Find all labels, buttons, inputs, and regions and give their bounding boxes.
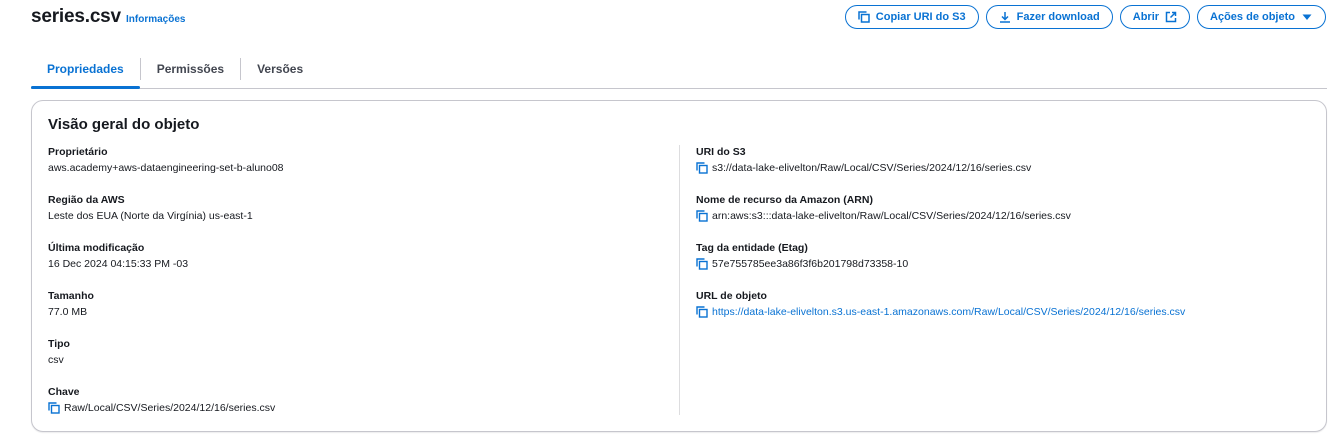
tab-properties[interactable]: Propriedades [31, 51, 140, 89]
field-value: Leste dos EUA (Norte da Virgínia) us-eas… [48, 209, 253, 223]
tab-bar: Propriedades Permissões Versões [31, 51, 1327, 89]
open-label: Abrir [1132, 11, 1160, 23]
page-title: series.csv [31, 6, 121, 27]
field-owner: Proprietário aws.academy+aws-dataenginee… [48, 145, 284, 175]
object-url-link[interactable]: https://data-lake-elivelton.s3.us-east-1… [712, 305, 1185, 319]
field-etag: Tag da entidade (Etag) 57e755785ee3a86f3… [696, 241, 908, 271]
open-button[interactable]: Abrir [1119, 5, 1191, 29]
field-label: Tipo [48, 338, 70, 350]
copy-s3-uri-button[interactable]: Copiar URI do S3 [844, 5, 979, 29]
download-button[interactable]: Fazer download [985, 5, 1113, 29]
copy-s3-uri-label: Copiar URI do S3 [875, 11, 966, 23]
header-actions: Copiar URI do S3 Fazer download Abrir Aç… [844, 5, 1326, 29]
caret-down-icon [1301, 11, 1313, 23]
field-key: Chave Raw/Local/CSV/Series/2024/12/16/se… [48, 385, 275, 415]
field-label: Proprietário [48, 146, 108, 158]
object-overview-panel: Visão geral do objeto Proprietário aws.a… [31, 100, 1327, 432]
download-label: Fazer download [1016, 11, 1100, 23]
field-value: s3://data-lake-elivelton/Raw/Local/CSV/S… [696, 161, 1031, 175]
key-value: Raw/Local/CSV/Series/2024/12/16/series.c… [64, 402, 276, 414]
field-label: URI do S3 [696, 146, 746, 158]
info-link[interactable]: Informações [126, 14, 185, 25]
copy-icon[interactable] [696, 210, 708, 222]
field-value: csv [48, 353, 70, 367]
field-value: Raw/Local/CSV/Series/2024/12/16/series.c… [48, 401, 275, 415]
copy-icon[interactable] [696, 258, 708, 270]
field-value: arn:aws:s3:::data-lake-elivelton/Raw/Loc… [696, 209, 1071, 223]
field-label: Última modificação [48, 242, 145, 254]
panel-title: Visão geral do objeto [48, 116, 200, 133]
s3-uri-value: s3://data-lake-elivelton/Raw/Local/CSV/S… [712, 162, 1032, 174]
field-label: Tamanho [48, 290, 94, 302]
field-label: Tag da entidade (Etag) [696, 242, 808, 254]
field-last-modified: Última modificação 16 Dec 2024 04:15:33 … [48, 241, 188, 271]
field-label: Região da AWS [48, 194, 125, 206]
region-value: Leste dos EUA (Norte da Virgínia) us-eas… [48, 210, 253, 222]
size-value: 77.0 MB [48, 306, 88, 318]
etag-value: 57e755785ee3a86f3f6b201798d73358-10 [712, 258, 909, 270]
download-icon [999, 11, 1011, 23]
column-divider [679, 145, 680, 415]
arn-value: arn:aws:s3:::data-lake-elivelton/Raw/Loc… [712, 210, 1071, 222]
field-value: 77.0 MB [48, 305, 94, 319]
tab-permissions[interactable]: Permissões [141, 51, 240, 87]
field-label: URL de objeto [696, 290, 767, 302]
copy-icon [858, 11, 870, 23]
field-s3-uri: URI do S3 s3://data-lake-elivelton/Raw/L… [696, 145, 1031, 175]
tab-versions[interactable]: Versões [241, 51, 319, 87]
field-size: Tamanho 77.0 MB [48, 289, 94, 319]
field-region: Região da AWS Leste dos EUA (Norte da Vi… [48, 193, 253, 223]
field-label: Chave [48, 386, 80, 398]
copy-icon[interactable] [48, 402, 60, 414]
field-value: 16 Dec 2024 04:15:33 PM -03 [48, 257, 188, 271]
field-value: 57e755785ee3a86f3f6b201798d73358-10 [696, 257, 908, 271]
owner-value: aws.academy+aws-dataengineering-set-b-al… [48, 162, 284, 174]
last-modified-value: 16 Dec 2024 04:15:33 PM -03 [48, 258, 189, 270]
object-actions-label: Ações de objeto [1210, 11, 1295, 23]
field-label: Nome de recurso da Amazon (ARN) [696, 194, 873, 206]
field-value: aws.academy+aws-dataengineering-set-b-al… [48, 161, 284, 175]
field-value: https://data-lake-elivelton.s3.us-east-1… [696, 305, 1185, 319]
copy-icon[interactable] [696, 306, 708, 318]
object-actions-button[interactable]: Ações de objeto [1197, 5, 1326, 29]
field-type: Tipo csv [48, 337, 70, 367]
external-link-icon [1165, 11, 1177, 23]
copy-icon[interactable] [696, 162, 708, 174]
type-value: csv [48, 354, 64, 366]
field-object-url: URL de objeto https://data-lake-elivelto… [696, 289, 1185, 319]
field-arn: Nome de recurso da Amazon (ARN) arn:aws:… [696, 193, 1071, 223]
